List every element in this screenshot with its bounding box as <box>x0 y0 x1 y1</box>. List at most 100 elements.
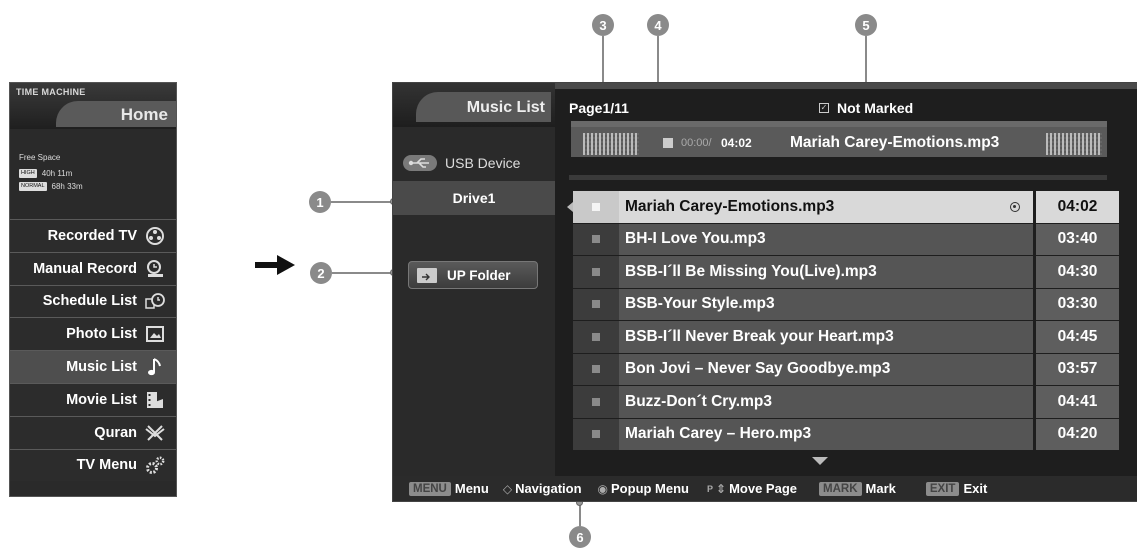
list-item[interactable]: BH-I Love You.mp3 03:40 <box>573 223 1119 256</box>
page-key-icon: P <box>707 483 714 494</box>
total-time: 04:02 <box>721 136 752 150</box>
menu-hint-label: Menu <box>454 481 489 496</box>
mark-checkbox[interactable] <box>573 288 619 320</box>
file-title: Mariah Carey-Emotions.mp3 <box>619 191 1033 223</box>
music-list-title: Music List <box>466 99 545 116</box>
file-title: BSB-I´ll Be Missing You(Live).mp3 <box>619 256 1033 288</box>
file-title: BSB-I´ll Never Break your Heart.mp3 <box>619 321 1033 353</box>
mark-checkbox[interactable] <box>573 223 619 255</box>
mark-checkbox[interactable] <box>573 353 619 385</box>
scroll-down-icon[interactable] <box>812 457 828 465</box>
playing-indicator-icon <box>1010 202 1020 212</box>
up-folder-button[interactable]: UP Folder <box>408 261 538 289</box>
popup-menu-hint[interactable]: ◉ Popup Menu <box>598 481 689 496</box>
menu-item-label: Recorded TV <box>47 227 137 244</box>
movie-icon <box>143 389 167 411</box>
folder-up-icon <box>417 267 437 283</box>
callout-badge-2: 2 <box>310 262 332 284</box>
list-item[interactable]: Buzz-Don´t Cry.mp3 04:41 <box>573 386 1119 419</box>
music-file-list: Mariah Carey-Emotions.mp3 04:02 BH-I Lov… <box>573 191 1119 451</box>
file-title: BH-I Love You.mp3 <box>619 223 1033 255</box>
menu-item-label: Manual Record <box>33 260 137 277</box>
usb-device-label: USB Device <box>445 155 521 171</box>
ok-button-icon: ◉ <box>597 481 609 496</box>
exit-hint-label: Exit <box>963 481 988 496</box>
time-machine-menu: TIME MACHINE Home Free Space HIGH 40h 11… <box>9 82 177 497</box>
checkbox-icon <box>592 300 600 309</box>
mark-checkbox[interactable] <box>573 256 619 288</box>
callout-leader-2 <box>332 272 393 274</box>
menu-item-tv-menu[interactable]: TV Menu <box>10 448 176 482</box>
drive-item[interactable]: Drive1 <box>393 181 555 215</box>
navigation-icon: ◇ <box>502 481 513 496</box>
file-duration: 03:30 <box>1036 288 1119 320</box>
time-machine-items: Recorded TV Manual Record Schedule List … <box>10 219 176 482</box>
file-duration: 03:57 <box>1036 353 1119 385</box>
move-page-hint-label: Move Page <box>729 481 798 496</box>
list-item[interactable]: BSB-I´ll Be Missing You(Live).mp3 04:30 <box>573 256 1119 289</box>
photo-icon <box>143 323 167 345</box>
navigation-hint: ◇ Navigation <box>503 481 582 496</box>
file-duration: 04:20 <box>1036 418 1119 450</box>
menu-item-schedule-list[interactable]: Schedule List <box>10 284 176 318</box>
menu-item-quran[interactable]: Quran <box>10 415 176 449</box>
list-item[interactable]: BSB-I´ll Never Break your Heart.mp3 04:4… <box>573 321 1119 354</box>
file-title: Buzz-Don´t Cry.mp3 <box>619 386 1033 418</box>
popup-menu-hint-label: Popup Menu <box>611 481 690 496</box>
move-page-hint[interactable]: P ⇕ Move Page <box>707 481 797 496</box>
menu-hint[interactable]: MENU Menu <box>409 481 489 496</box>
up-folder-label: UP Folder <box>447 267 511 283</box>
mark-checkbox[interactable] <box>573 418 619 450</box>
panel-top-bar <box>555 83 1137 89</box>
file-duration: 04:45 <box>1036 321 1119 353</box>
quality-tag-normal: NORMAL <box>19 181 47 191</box>
menu-item-label: Photo List <box>66 326 137 343</box>
menu-item-label: Schedule List <box>42 293 137 310</box>
callout-leader-1 <box>331 201 393 203</box>
menu-item-manual-record[interactable]: Manual Record <box>10 251 176 285</box>
checkbox-icon <box>592 332 600 341</box>
free-space-title: Free Space <box>19 153 61 162</box>
mark-checkbox[interactable] <box>573 191 619 223</box>
free-space-high: HIGH 40h 11m <box>19 168 72 178</box>
checkbox-icon <box>592 430 600 439</box>
menu-item-label: Music List <box>66 359 137 376</box>
menu-key-icon: MENU <box>409 481 451 496</box>
manual-record-icon <box>143 258 167 280</box>
mark-checkbox[interactable] <box>573 321 619 353</box>
mark-hint[interactable]: MARK Mark <box>819 481 896 496</box>
free-space-high-value: 40h 11m <box>41 168 73 178</box>
file-list-panel: Page1/11 ✓ Not Marked 00:00/ 04:02 Maria… <box>555 83 1137 476</box>
menu-item-movie-list[interactable]: Movie List <box>10 382 176 416</box>
usb-icon <box>403 155 437 171</box>
menu-item-label: Quran <box>94 424 137 441</box>
exit-hint[interactable]: EXIT Exit <box>925 481 988 496</box>
list-item[interactable]: BSB-Your Style.mp3 03:30 <box>573 288 1119 321</box>
mark-checkbox[interactable] <box>573 386 619 418</box>
menu-item-music-list[interactable]: Music List <box>10 350 176 383</box>
list-item[interactable]: Mariah Carey-Emotions.mp3 04:02 <box>573 191 1119 224</box>
mark-status-label: Not Marked <box>837 100 914 116</box>
list-item[interactable]: Mariah Carey – Hero.mp3 04:20 <box>573 418 1119 451</box>
page-indicator: Page1/11 <box>569 100 629 116</box>
mark-status: ✓ Not Marked <box>819 100 913 116</box>
navigation-hint-label: Navigation <box>515 481 582 496</box>
stop-icon[interactable] <box>663 138 673 148</box>
menu-item-recorded-tv[interactable]: Recorded TV <box>10 219 176 252</box>
music-list-sidebar: Music List USB Device Drive1 UP Folder <box>393 83 555 476</box>
file-duration: 04:02 <box>1036 191 1119 223</box>
equalizer-icon <box>583 133 639 155</box>
checkbox-icon <box>592 365 600 374</box>
menu-item-photo-list[interactable]: Photo List <box>10 317 176 351</box>
mark-key-icon: MARK <box>819 481 862 496</box>
home-label[interactable]: Home <box>121 105 168 125</box>
list-item[interactable]: Bon Jovi – Never Say Goodbye.mp3 03:57 <box>573 353 1119 386</box>
menu-item-label: Movie List <box>66 391 137 408</box>
arrow-right-icon <box>255 255 295 275</box>
checkbox-icon <box>592 267 600 276</box>
checkbox-icon <box>592 397 600 406</box>
callout-badge-1: 1 <box>309 191 331 213</box>
time-machine-brand: TIME MACHINE <box>16 87 86 97</box>
callout-badge-6: 6 <box>569 526 591 548</box>
free-space-normal: NORMAL 68h 33m <box>19 181 83 191</box>
